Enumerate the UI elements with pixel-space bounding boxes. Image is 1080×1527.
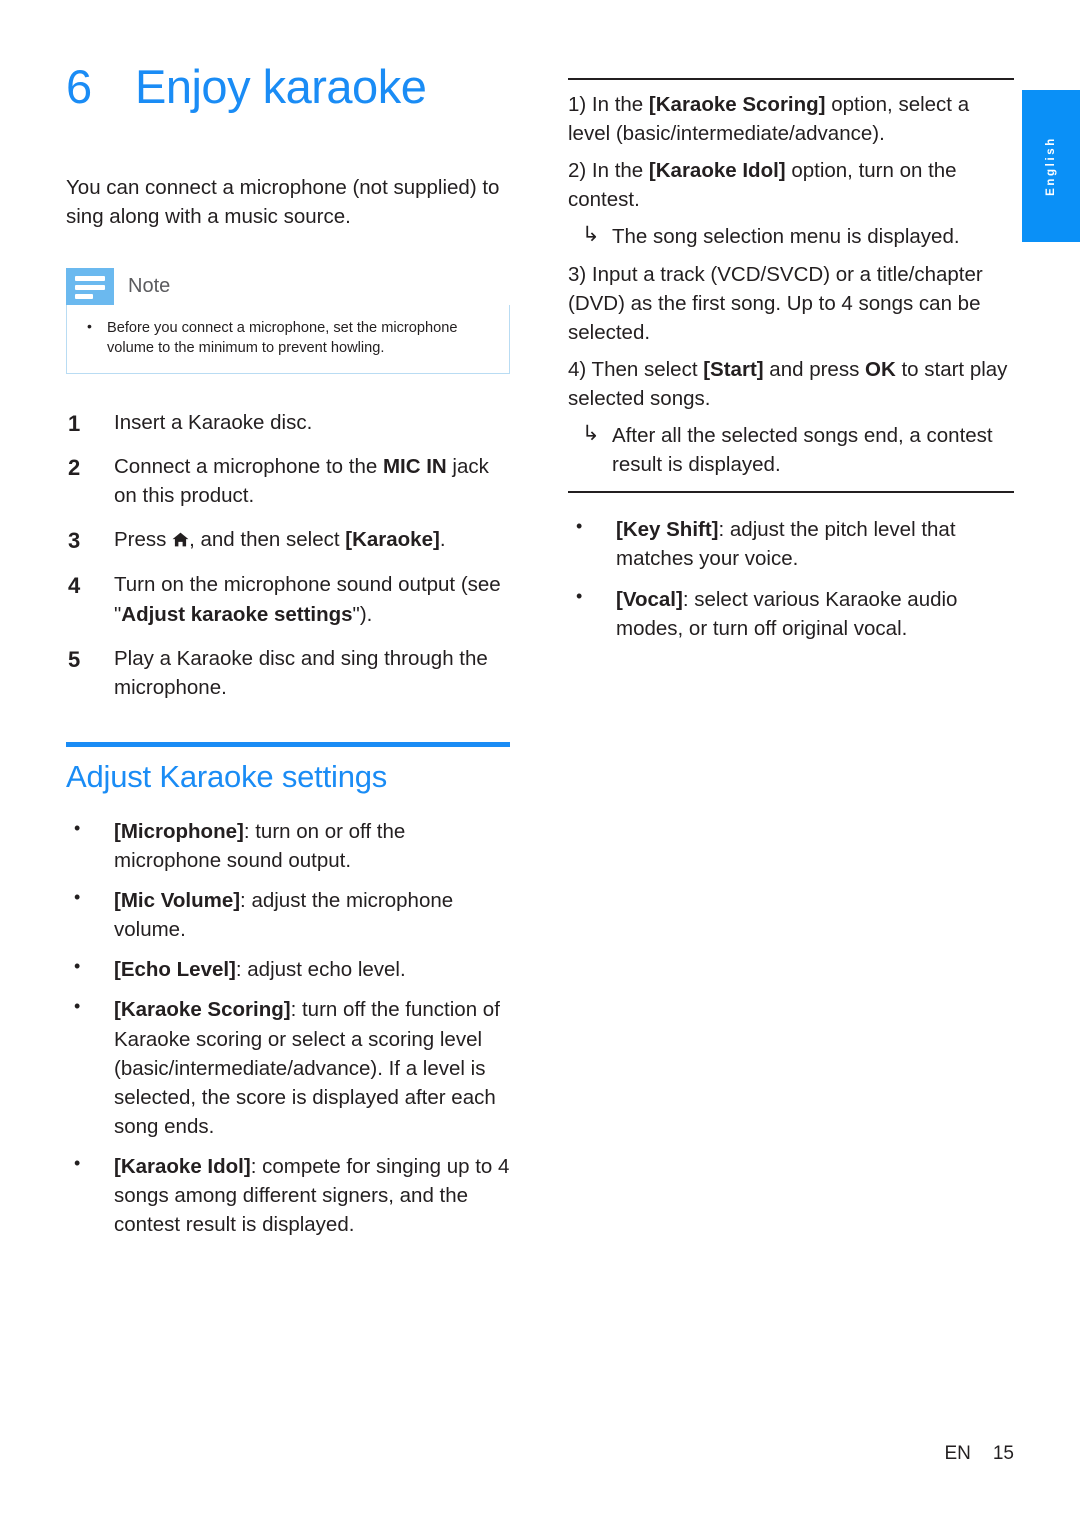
step-4-text-after: ").	[352, 602, 373, 626]
chapter-title: Enjoy karaoke	[135, 60, 427, 113]
procedure-rule-bottom	[568, 491, 1014, 494]
procedure-step-2-prefix: 2) In the	[568, 159, 649, 183]
steps-list: Insert a Karaoke disc. Connect a microph…	[66, 408, 512, 702]
setting-term: [Key Shift]	[616, 518, 719, 542]
extra-settings-bullet-list: [Key Shift]: adjust the pitch level that…	[568, 514, 1014, 643]
language-tab-label: English	[1045, 136, 1058, 196]
procedure-step-2: 2) In the [Karaoke Idol] option, turn on…	[568, 156, 1014, 214]
setting-term: [Vocal]	[616, 587, 683, 611]
settings-bullet-list: [Microphone]: turn on or off the microph…	[66, 816, 512, 1239]
chapter-number: 6	[66, 60, 92, 113]
procedure-step-1-bold: [Karaoke Scoring]	[648, 93, 826, 116]
step-3-bold-term: [Karaoke]	[345, 528, 440, 552]
list-item: [Echo Level]: adjust echo level.	[66, 954, 512, 984]
procedure-step-4-bold2: OK	[865, 357, 896, 381]
step-2: Connect a microphone to the MIC IN jack …	[66, 452, 512, 510]
section-rule	[66, 741, 510, 747]
procedure-result-2: After all the selected songs end, a cont…	[568, 419, 1014, 479]
setting-term: [Mic Volume]	[114, 889, 241, 913]
procedure-step-1: 1) In the [Karaoke Scoring] option, sele…	[568, 90, 1014, 148]
procedure-step-3: 3) Input a track (VCD/SVCD) or a title/c…	[568, 262, 983, 344]
procedure-step-1-prefix: 1) In the	[568, 93, 649, 116]
list-item: [Microphone]: turn on or off the microph…	[66, 816, 512, 875]
language-tab: English	[1022, 90, 1080, 242]
list-item: [Karaoke Idol]: compete for singing up t…	[66, 1151, 512, 1239]
manual-page: English 6 Enjoy karaoke You can connect …	[0, 0, 1080, 1527]
procedure-step-2-bold: [Karaoke Idol]	[648, 159, 786, 183]
footer-page-number: 15	[992, 1443, 1014, 1464]
step-1-text: Insert a Karaoke disc.	[114, 411, 313, 434]
step-3: Press , and then select [Karaoke].	[66, 525, 512, 556]
note-box: Note Before you connect a microphone, se…	[66, 267, 510, 374]
setting-term: [Karaoke Idol]	[114, 1154, 251, 1178]
setting-term: [Microphone]	[114, 819, 244, 843]
step-2-text-before: Connect a microphone to the	[114, 455, 383, 479]
note-item: Before you connect a microphone, set the…	[83, 317, 493, 359]
page-footer: EN 15	[0, 1443, 1014, 1465]
procedure-step-4: 4) Then select [Start] and press OK to s…	[568, 355, 1014, 413]
footer-language-code: EN	[944, 1443, 971, 1464]
setting-desc: : adjust echo level.	[235, 958, 406, 982]
procedure-result-1: The song selection menu is displayed.	[568, 220, 1014, 251]
step-3-text-after: .	[439, 528, 446, 552]
procedure-step-4-bold: [Start]	[703, 357, 764, 381]
note-lines-icon	[66, 267, 114, 305]
step-5-text: Play a Karaoke disc and sing through the…	[114, 646, 488, 699]
step-4-bold-term: Adjust karaoke settings	[121, 602, 353, 626]
left-column: 6 Enjoy karaoke You can connect a microp…	[66, 62, 512, 1250]
step-2-bold-term: MIC IN	[382, 455, 447, 479]
list-item: [Mic Volume]: adjust the microphone volu…	[66, 885, 512, 944]
step-5: Play a Karaoke disc and sing through the…	[66, 644, 512, 702]
procedure-block: 1) In the [Karaoke Scoring] option, sele…	[568, 80, 1014, 479]
list-item: [Key Shift]: adjust the pitch level that…	[568, 514, 1014, 573]
right-column: 1) In the [Karaoke Scoring] option, sele…	[568, 78, 1014, 654]
procedure-step-4-mid: and press	[763, 357, 866, 381]
procedure-step-4-prefix: 4) Then select	[568, 357, 704, 381]
home-icon	[172, 526, 189, 555]
step-4: Turn on the microphone sound output (see…	[66, 570, 512, 628]
step-1: Insert a Karaoke disc.	[66, 408, 512, 439]
note-body: Before you connect a microphone, set the…	[66, 304, 510, 374]
step-3-text-middle: , and then select	[189, 528, 346, 552]
note-header: Note	[66, 267, 510, 305]
list-item: [Vocal]: select various Karaoke audio mo…	[568, 584, 1014, 643]
list-item: [Karaoke Scoring]: turn off the function…	[66, 994, 512, 1141]
intro-paragraph: You can connect a microphone (not suppli…	[66, 176, 500, 229]
note-title: Note	[128, 274, 171, 297]
step-3-text-before: Press	[114, 528, 173, 552]
setting-term: [Echo Level]	[114, 958, 236, 982]
chapter-heading: 6 Enjoy karaoke	[66, 60, 512, 113]
setting-term: [Karaoke Scoring]	[114, 998, 291, 1022]
section-title: Adjust Karaoke settings	[66, 758, 388, 794]
